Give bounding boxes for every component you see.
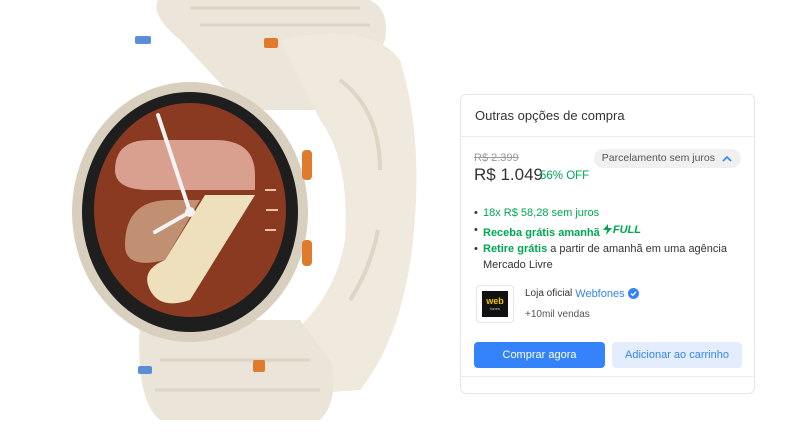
installment-bullet: 18x R$ 58,28 sem juros [474, 205, 741, 222]
seller-prefix: Loja oficial [525, 288, 573, 300]
installments-label: Parcelamento sem juros [601, 152, 715, 164]
buy-now-button[interactable]: Comprar agora [474, 341, 605, 368]
purchase-options-panel: Outras opções de compra R$ 2.399 R$ 1.04… [460, 94, 755, 394]
installment-text: 18x R$ 58,28 sem juros [483, 207, 600, 219]
seller-sales: +10mil vendas [525, 308, 590, 320]
price-row: R$ 2.399 R$ 1.049 56% OFF Parcelamento s… [474, 137, 741, 201]
pickup-bullet: Retire grátis a partir de amanhã em uma … [474, 241, 741, 274]
full-badge: FULL [602, 222, 641, 239]
discount-label: 56% OFF [540, 170, 590, 182]
seller-logo[interactable]: web fones [476, 284, 514, 323]
panel-title: Outras opções de compra [461, 95, 754, 137]
installments-toggle[interactable]: Parcelamento sem juros [593, 149, 741, 168]
add-to-cart-button[interactable]: Adicionar ao carrinho [612, 341, 742, 368]
action-buttons: Comprar agora Adicionar ao carrinho [474, 341, 742, 378]
shipping-bullet: Receba grátis amanhã FULL [474, 222, 741, 241]
old-price: R$ 2.399 [474, 152, 519, 164]
full-label: FULL [612, 223, 641, 236]
seller-info: web fones Loja oficial Webfones +10mil v… [474, 283, 741, 331]
smartwatch-image [72, 0, 417, 420]
benefits-list: 18x R$ 58,28 sem juros Receba grátis ama… [474, 205, 741, 274]
verified-badge-icon [627, 288, 639, 300]
seller-logo-text: web [486, 295, 504, 306]
lightning-icon [602, 224, 612, 236]
current-price: R$ 1.049 [474, 165, 543, 184]
free-shipping-text: Receba grátis amanhã [483, 226, 600, 239]
seller-name-link[interactable]: Webfones [575, 288, 624, 300]
divider [461, 376, 754, 377]
seller-logo-sub: fones [490, 305, 500, 311]
pickup-bold: Retire grátis [483, 242, 548, 255]
chevron-up-icon [722, 155, 732, 162]
